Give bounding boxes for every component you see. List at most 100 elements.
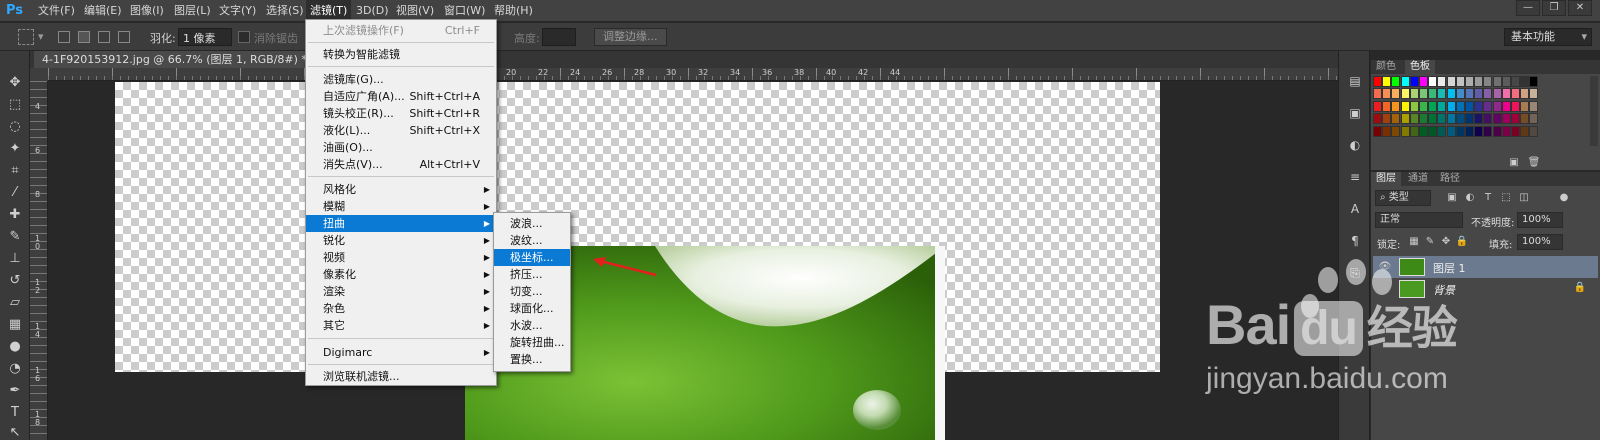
tab-swatches[interactable]: 色板 — [1405, 60, 1435, 74]
render-item[interactable]: 渲染 ▶ — [306, 283, 496, 300]
color-swatch[interactable] — [1373, 88, 1382, 100]
color-swatch[interactable] — [1437, 113, 1447, 125]
color-swatch[interactable] — [1382, 125, 1392, 137]
menu-layer[interactable]: 图层(L) — [170, 0, 215, 22]
subtract-selection-icon[interactable] — [98, 31, 110, 43]
polar-coordinates-item[interactable]: 极坐标... — [494, 249, 570, 266]
color-swatch[interactable] — [1391, 125, 1401, 137]
color-swatch[interactable] — [1400, 100, 1410, 112]
lock-pixels-icon[interactable]: ✎ — [1423, 235, 1437, 249]
displace-item[interactable]: 置换... — [494, 351, 570, 368]
color-swatch[interactable] — [1391, 100, 1401, 112]
convert-smart-filter-item[interactable]: 转换为智能滤镜 — [306, 46, 496, 63]
color-swatch[interactable] — [1465, 88, 1474, 100]
color-swatch[interactable] — [1474, 125, 1484, 137]
healing-brush-tool-icon[interactable]: ✚ — [4, 205, 26, 225]
color-swatch[interactable] — [1446, 76, 1456, 87]
restore-button[interactable]: ❐ — [1542, 0, 1566, 16]
color-swatch[interactable] — [1465, 125, 1474, 137]
lasso-tool-icon[interactable]: ◌ — [4, 117, 26, 137]
color-swatch[interactable] — [1474, 76, 1484, 87]
digimarc-item[interactable]: Digimarc ▶ — [306, 344, 496, 361]
color-swatch[interactable] — [1529, 88, 1539, 100]
eyedropper-tool-icon[interactable]: ⁄ — [4, 183, 26, 203]
color-swatch[interactable] — [1419, 125, 1428, 137]
color-swatch[interactable] — [1382, 88, 1392, 100]
color-swatch[interactable] — [1409, 76, 1419, 87]
color-swatch[interactable] — [1529, 100, 1539, 112]
add-selection-icon[interactable] — [78, 31, 90, 43]
stylize-item[interactable]: 风格化 ▶ — [306, 181, 496, 198]
color-swatch[interactable] — [1373, 113, 1382, 125]
color-swatch[interactable] — [1529, 125, 1539, 137]
color-swatch[interactable] — [1529, 113, 1539, 125]
other-item[interactable]: 其它 ▶ — [306, 317, 496, 334]
type-tool-icon[interactable]: T — [4, 403, 26, 423]
color-swatch[interactable] — [1409, 88, 1419, 100]
color-swatch[interactable] — [1483, 88, 1493, 100]
gradient-tool-icon[interactable]: ▦ — [4, 315, 26, 335]
marquee-preset-icon[interactable] — [18, 29, 34, 45]
liquify-item[interactable]: 液化(L)... Shift+Ctrl+X — [306, 122, 496, 139]
color-swatch[interactable] — [1373, 76, 1382, 87]
color-swatch[interactable] — [1520, 113, 1530, 125]
menu-image[interactable]: 图像(I) — [126, 0, 168, 22]
ruler-origin[interactable] — [30, 68, 48, 81]
smart-object-filter-icon[interactable]: ◫ — [1517, 191, 1531, 205]
color-swatch[interactable] — [1492, 100, 1502, 112]
color-swatch[interactable] — [1511, 88, 1520, 100]
refine-edge-button[interactable]: 调整边缘... — [594, 28, 667, 46]
new-selection-icon[interactable] — [58, 31, 70, 43]
color-swatch[interactable] — [1437, 125, 1447, 137]
path-selection-tool-icon[interactable]: ↖ — [4, 423, 26, 440]
shear-item[interactable]: 切变... — [494, 283, 570, 300]
adjustments-panel-icon[interactable]: ◐ — [1345, 135, 1365, 155]
lens-correction-item[interactable]: 镜头校正(R)... Shift+Ctrl+R — [306, 105, 496, 122]
color-swatch[interactable] — [1419, 88, 1428, 100]
pixelate-item[interactable]: 像素化 ▶ — [306, 266, 496, 283]
color-swatch[interactable] — [1520, 88, 1530, 100]
eraser-tool-icon[interactable]: ▱ — [4, 293, 26, 313]
color-swatch[interactable] — [1492, 76, 1502, 87]
tab-channels[interactable]: 通道 — [1403, 172, 1433, 186]
color-swatch[interactable] — [1520, 76, 1530, 87]
menu-select[interactable]: 选择(S) — [262, 0, 308, 22]
color-swatch[interactable] — [1465, 76, 1474, 87]
ripple-item[interactable]: 波纹... — [494, 232, 570, 249]
preset-dropdown-arrow-icon[interactable]: ▾ — [38, 30, 44, 43]
opacity-input[interactable]: 100% — [1517, 212, 1563, 228]
type-filter-icon[interactable]: T — [1481, 191, 1495, 205]
color-swatch[interactable] — [1391, 76, 1401, 87]
character-panel-icon[interactable]: A — [1345, 199, 1365, 219]
layer-kind-filter[interactable]: ⌕ 类型 — [1375, 190, 1431, 206]
color-swatch[interactable] — [1492, 88, 1502, 100]
height-input[interactable] — [542, 28, 576, 46]
history-brush-tool-icon[interactable]: ↺ — [4, 271, 26, 291]
dodge-tool-icon[interactable]: ◔ — [4, 359, 26, 379]
color-swatch[interactable] — [1446, 113, 1456, 125]
vanishing-point-item[interactable]: 消失点(V)... Alt+Ctrl+V — [306, 156, 496, 173]
paragraph-panel-icon[interactable]: ¶ — [1345, 231, 1365, 251]
noise-item[interactable]: 杂色 ▶ — [306, 300, 496, 317]
color-swatch[interactable] — [1511, 113, 1520, 125]
color-swatch[interactable] — [1382, 76, 1392, 87]
pinch-item[interactable]: 挤压... — [494, 266, 570, 283]
color-swatch[interactable] — [1511, 125, 1520, 137]
last-filter-item[interactable]: 上次滤镜操作(F) Ctrl+F — [306, 22, 496, 39]
tab-color[interactable]: 颜色 — [1371, 60, 1401, 74]
color-swatch[interactable] — [1511, 76, 1520, 87]
marquee-tool-icon[interactable]: ⬚ — [4, 95, 26, 115]
color-swatch[interactable] — [1455, 125, 1465, 137]
new-swatch-icon[interactable]: ▣ — [1507, 156, 1521, 170]
color-swatch[interactable] — [1520, 125, 1530, 137]
color-swatch[interactable] — [1400, 76, 1410, 87]
sharpen-item[interactable]: 锐化 ▶ — [306, 232, 496, 249]
video-item[interactable]: 视频 ▶ — [306, 249, 496, 266]
menu-edit[interactable]: 编辑(E) — [80, 0, 126, 22]
color-swatch[interactable] — [1474, 100, 1484, 112]
minimize-button[interactable]: — — [1516, 0, 1540, 16]
horizontal-ruler[interactable]: 20 22 24 26 28 30 32 34 36 38 40 42 44 — [48, 68, 1338, 81]
swatches-scrollbar[interactable] — [1590, 76, 1598, 146]
color-swatch[interactable] — [1409, 125, 1419, 137]
color-swatch[interactable] — [1428, 113, 1438, 125]
